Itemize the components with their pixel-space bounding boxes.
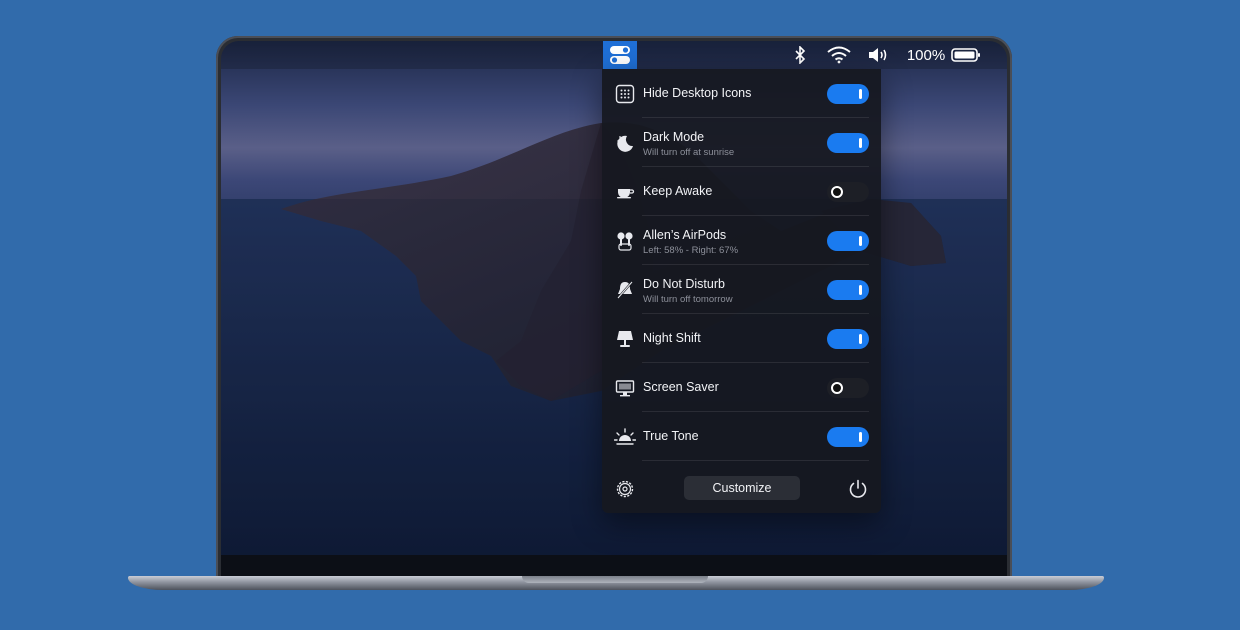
- screen-saver-toggle[interactable]: [827, 378, 869, 398]
- row-title: Hide Desktop Icons: [643, 86, 752, 100]
- dark-mode-toggle[interactable]: [827, 133, 869, 153]
- wifi-icon[interactable]: [825, 41, 853, 69]
- row-title: Keep Awake: [643, 184, 713, 198]
- row-airpods[interactable]: Allen’s AirPods Left: 58% - Right: 67%: [602, 216, 881, 265]
- bluetooth-icon[interactable]: [789, 41, 811, 69]
- customize-button[interactable]: Customize: [684, 476, 800, 500]
- row-subtitle: Will turn off at sunrise: [643, 147, 735, 158]
- toggles-dropdown-panel: Hide Desktop Icons Dark Mode Will turn o…: [602, 69, 881, 513]
- desktop-screen: 100% Hide Desktop Icons Dark Mode Will t…: [221, 41, 1007, 576]
- sun-icon: [614, 426, 636, 448]
- laptop-hinge-notch: [522, 576, 708, 583]
- hide-desktop-icons-toggle[interactable]: [827, 84, 869, 104]
- panel-footer: Customize: [602, 464, 881, 513]
- row-true-tone[interactable]: True Tone: [602, 412, 881, 461]
- control-toggles-icon[interactable]: [603, 41, 637, 69]
- row-title: Dark Mode: [643, 130, 705, 144]
- lamp-icon: [614, 328, 636, 350]
- row-screen-saver[interactable]: Screen Saver: [602, 363, 881, 412]
- power-icon[interactable]: [847, 478, 869, 500]
- keep-awake-toggle[interactable]: [827, 182, 869, 202]
- row-title: Allen’s AirPods: [643, 228, 727, 242]
- row-title: True Tone: [643, 429, 699, 443]
- grid-icon: [614, 83, 636, 105]
- airpods-icon: [614, 230, 636, 252]
- row-title: Night Shift: [643, 331, 701, 345]
- volume-icon[interactable]: [866, 41, 892, 69]
- row-subtitle: Will turn off tomorrow: [643, 294, 733, 305]
- row-night-shift[interactable]: Night Shift: [602, 314, 881, 363]
- row-dark-mode[interactable]: Dark Mode Will turn off at sunrise: [602, 118, 881, 167]
- row-keep-awake[interactable]: Keep Awake: [602, 167, 881, 216]
- row-title: Do Not Disturb: [643, 277, 725, 291]
- divider: [642, 460, 869, 461]
- monitor-icon: [614, 377, 636, 399]
- gear-icon[interactable]: [614, 478, 636, 500]
- row-do-not-disturb[interactable]: Do Not Disturb Will turn off tomorrow: [602, 265, 881, 314]
- moon-icon: [614, 132, 636, 154]
- night-shift-toggle[interactable]: [827, 329, 869, 349]
- menu-bar: 100%: [221, 41, 1007, 69]
- laptop-bezel-bottom: [221, 555, 1007, 577]
- cup-icon: [614, 181, 636, 203]
- do-not-disturb-toggle[interactable]: [827, 280, 869, 300]
- do-not-disturb-icon: [614, 279, 636, 301]
- row-subtitle: Left: 58% - Right: 67%: [643, 245, 739, 256]
- battery-percentage: 100%: [906, 46, 946, 64]
- battery-icon[interactable]: [949, 41, 983, 69]
- row-title: Screen Saver: [643, 380, 719, 394]
- row-hide-desktop-icons[interactable]: Hide Desktop Icons: [602, 69, 881, 118]
- true-tone-toggle[interactable]: [827, 427, 869, 447]
- airpods-toggle[interactable]: [827, 231, 869, 251]
